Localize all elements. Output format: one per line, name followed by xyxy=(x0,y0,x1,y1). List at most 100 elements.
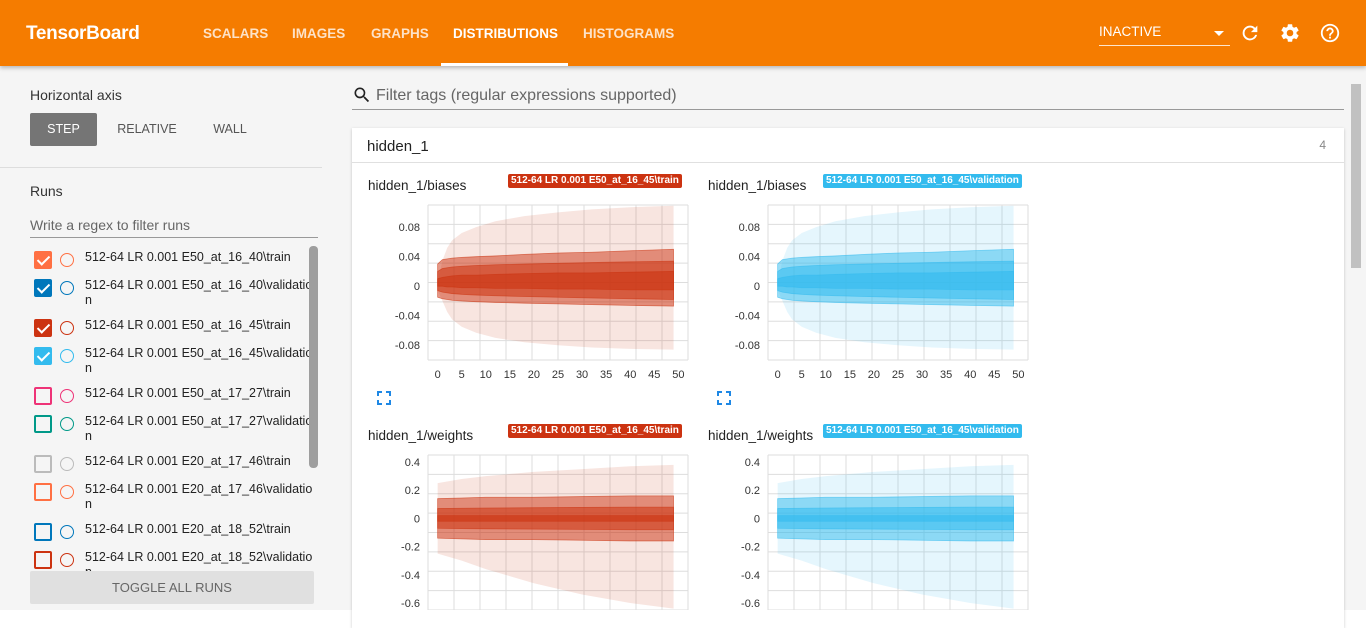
run-badge: 512-64 LR 0.001 E50_at_16_45\validation xyxy=(823,174,1022,188)
run-item[interactable]: 512-64 LR 0.001 E20_at_18_52\train xyxy=(30,522,310,550)
run-item[interactable]: 512-64 LR 0.001 E50_at_17_27\train xyxy=(30,386,310,414)
run-color-swatch[interactable] xyxy=(60,349,74,363)
runs-scrollbar[interactable] xyxy=(309,246,318,468)
top-app-bar: TensorBoard SCALARS IMAGES GRAPHS DISTRI… xyxy=(0,0,1366,66)
y-tick-label: 0.2 xyxy=(405,485,420,497)
chevron-down-icon xyxy=(1214,31,1224,36)
axis-step-button[interactable]: STEP xyxy=(30,113,97,146)
run-color-swatch[interactable] xyxy=(60,457,74,471)
run-checkbox[interactable] xyxy=(34,319,52,337)
category-name: hidden_1 xyxy=(367,138,429,155)
tab-scalars[interactable]: SCALARS xyxy=(203,26,268,41)
x-tick-label: 40 xyxy=(624,369,636,381)
run-color-swatch[interactable] xyxy=(60,253,74,267)
plot-title: hidden_1/biases xyxy=(368,178,467,193)
y-tick-label: -0.6 xyxy=(401,598,420,610)
tab-distributions[interactable]: DISTRIBUTIONS xyxy=(453,26,558,41)
run-name: 512-64 LR 0.001 E50_at_17_27\train xyxy=(85,386,291,400)
y-tick-label: 0 xyxy=(754,513,760,525)
run-checkbox[interactable] xyxy=(34,455,52,473)
y-tick-label: -0.4 xyxy=(401,570,420,582)
x-tick-label: 25 xyxy=(552,369,564,381)
tab-graphs[interactable]: GRAPHS xyxy=(371,26,429,41)
run-item[interactable]: 512-64 LR 0.001 E50_at_16_40\validation xyxy=(30,278,312,307)
gear-icon[interactable] xyxy=(1279,22,1301,44)
page-scrollbar[interactable] xyxy=(1351,84,1361,268)
x-tick-label: 15 xyxy=(504,369,516,381)
axis-relative-button[interactable]: RELATIVE xyxy=(107,113,187,146)
x-tick-label: 45 xyxy=(988,369,1000,381)
tag-filter xyxy=(352,82,1344,110)
run-item[interactable]: 512-64 LR 0.001 E20_at_17_46\validation xyxy=(30,482,312,511)
run-item[interactable]: 512-64 LR 0.001 E50_at_16_45\train xyxy=(30,318,310,346)
y-tick-label: 0 xyxy=(754,281,760,293)
active-tab-indicator xyxy=(441,63,568,66)
tag-filter-input[interactable] xyxy=(376,84,1276,108)
plot-title: hidden_1/weights xyxy=(368,428,474,443)
run-badge: 512-64 LR 0.001 E50_at_16_45\validation xyxy=(823,424,1022,438)
x-tick-label: 50 xyxy=(672,369,684,381)
y-tick-label: -0.2 xyxy=(401,542,420,554)
fullscreen-icon[interactable] xyxy=(717,391,731,405)
x-tick-label: 0 xyxy=(775,369,781,381)
y-tick-label: -0.08 xyxy=(735,340,760,352)
run-checkbox[interactable] xyxy=(34,251,52,269)
x-tick-label: 10 xyxy=(820,369,832,381)
app-brand: TensorBoard xyxy=(26,23,140,44)
run-color-swatch[interactable] xyxy=(60,553,74,567)
y-tick-label: 0.4 xyxy=(405,457,420,469)
x-tick-label: 40 xyxy=(964,369,976,381)
search-icon xyxy=(354,87,370,103)
toggle-all-runs-button[interactable]: TOGGLE ALL RUNS xyxy=(30,571,314,604)
y-tick-label: -0.04 xyxy=(395,311,420,323)
run-name: 512-64 LR 0.001 E50_at_17_27\validation xyxy=(85,414,313,443)
run-color-swatch[interactable] xyxy=(60,485,74,499)
runs-filter-input[interactable] xyxy=(30,212,318,238)
run-checkbox[interactable] xyxy=(34,523,52,541)
run-checkbox[interactable] xyxy=(34,551,52,569)
plot-title: hidden_1/biases xyxy=(708,178,807,193)
y-tick-label: 0 xyxy=(414,281,420,293)
x-tick-label: 10 xyxy=(480,369,492,381)
run-checkbox[interactable] xyxy=(34,415,52,433)
run-item[interactable]: 512-64 LR 0.001 E20_at_17_46\train xyxy=(30,454,310,482)
run-checkbox[interactable] xyxy=(34,279,52,297)
run-item[interactable]: 512-64 LR 0.001 E50_at_16_45\validation xyxy=(30,346,312,375)
run-color-swatch[interactable] xyxy=(60,281,74,295)
tab-images[interactable]: IMAGES xyxy=(292,26,345,41)
x-tick-label: 20 xyxy=(868,369,880,381)
x-tick-label: 5 xyxy=(459,369,465,381)
x-tick-label: 35 xyxy=(600,369,612,381)
refresh-icon[interactable] xyxy=(1239,22,1261,44)
x-tick-label: 30 xyxy=(916,369,928,381)
y-tick-label: 0 xyxy=(414,513,420,525)
run-checkbox[interactable] xyxy=(34,483,52,501)
axis-wall-button[interactable]: WALL xyxy=(200,113,260,146)
category-header[interactable]: hidden_1 4 xyxy=(352,128,1344,163)
x-tick-label: 25 xyxy=(892,369,904,381)
run-checkbox[interactable] xyxy=(34,347,52,365)
run-color-swatch[interactable] xyxy=(60,417,74,431)
run-name: 512-64 LR 0.001 E50_at_16_45\validation xyxy=(85,346,313,375)
run-name: 512-64 LR 0.001 E20_at_18_52\train xyxy=(85,522,291,536)
run-name: 512-64 LR 0.001 E20_at_17_46\validation xyxy=(85,482,313,511)
run-color-swatch[interactable] xyxy=(60,321,74,335)
run-item[interactable]: 512-64 LR 0.001 E50_at_17_27\validation xyxy=(30,414,312,443)
run-checkbox[interactable] xyxy=(34,387,52,405)
status-select[interactable]: INACTIVE xyxy=(1099,24,1230,46)
x-tick-label: 5 xyxy=(799,369,805,381)
run-color-swatch[interactable] xyxy=(60,525,74,539)
run-color-swatch[interactable] xyxy=(60,389,74,403)
y-tick-label: 0.2 xyxy=(745,485,760,497)
run-item[interactable]: 512-64 LR 0.001 E50_at_16_40\train xyxy=(30,250,310,278)
fullscreen-icon[interactable] xyxy=(377,391,391,405)
x-tick-label: 0 xyxy=(435,369,441,381)
y-tick-label: -0.04 xyxy=(735,311,760,323)
tab-histograms[interactable]: HISTOGRAMS xyxy=(583,26,674,41)
y-tick-label: -0.6 xyxy=(741,598,760,610)
y-tick-label: 0.4 xyxy=(745,457,760,469)
help-icon[interactable] xyxy=(1319,22,1341,44)
plot-title: hidden_1/weights xyxy=(708,428,814,443)
divider xyxy=(0,167,322,168)
category-count: 4 xyxy=(1319,138,1326,152)
